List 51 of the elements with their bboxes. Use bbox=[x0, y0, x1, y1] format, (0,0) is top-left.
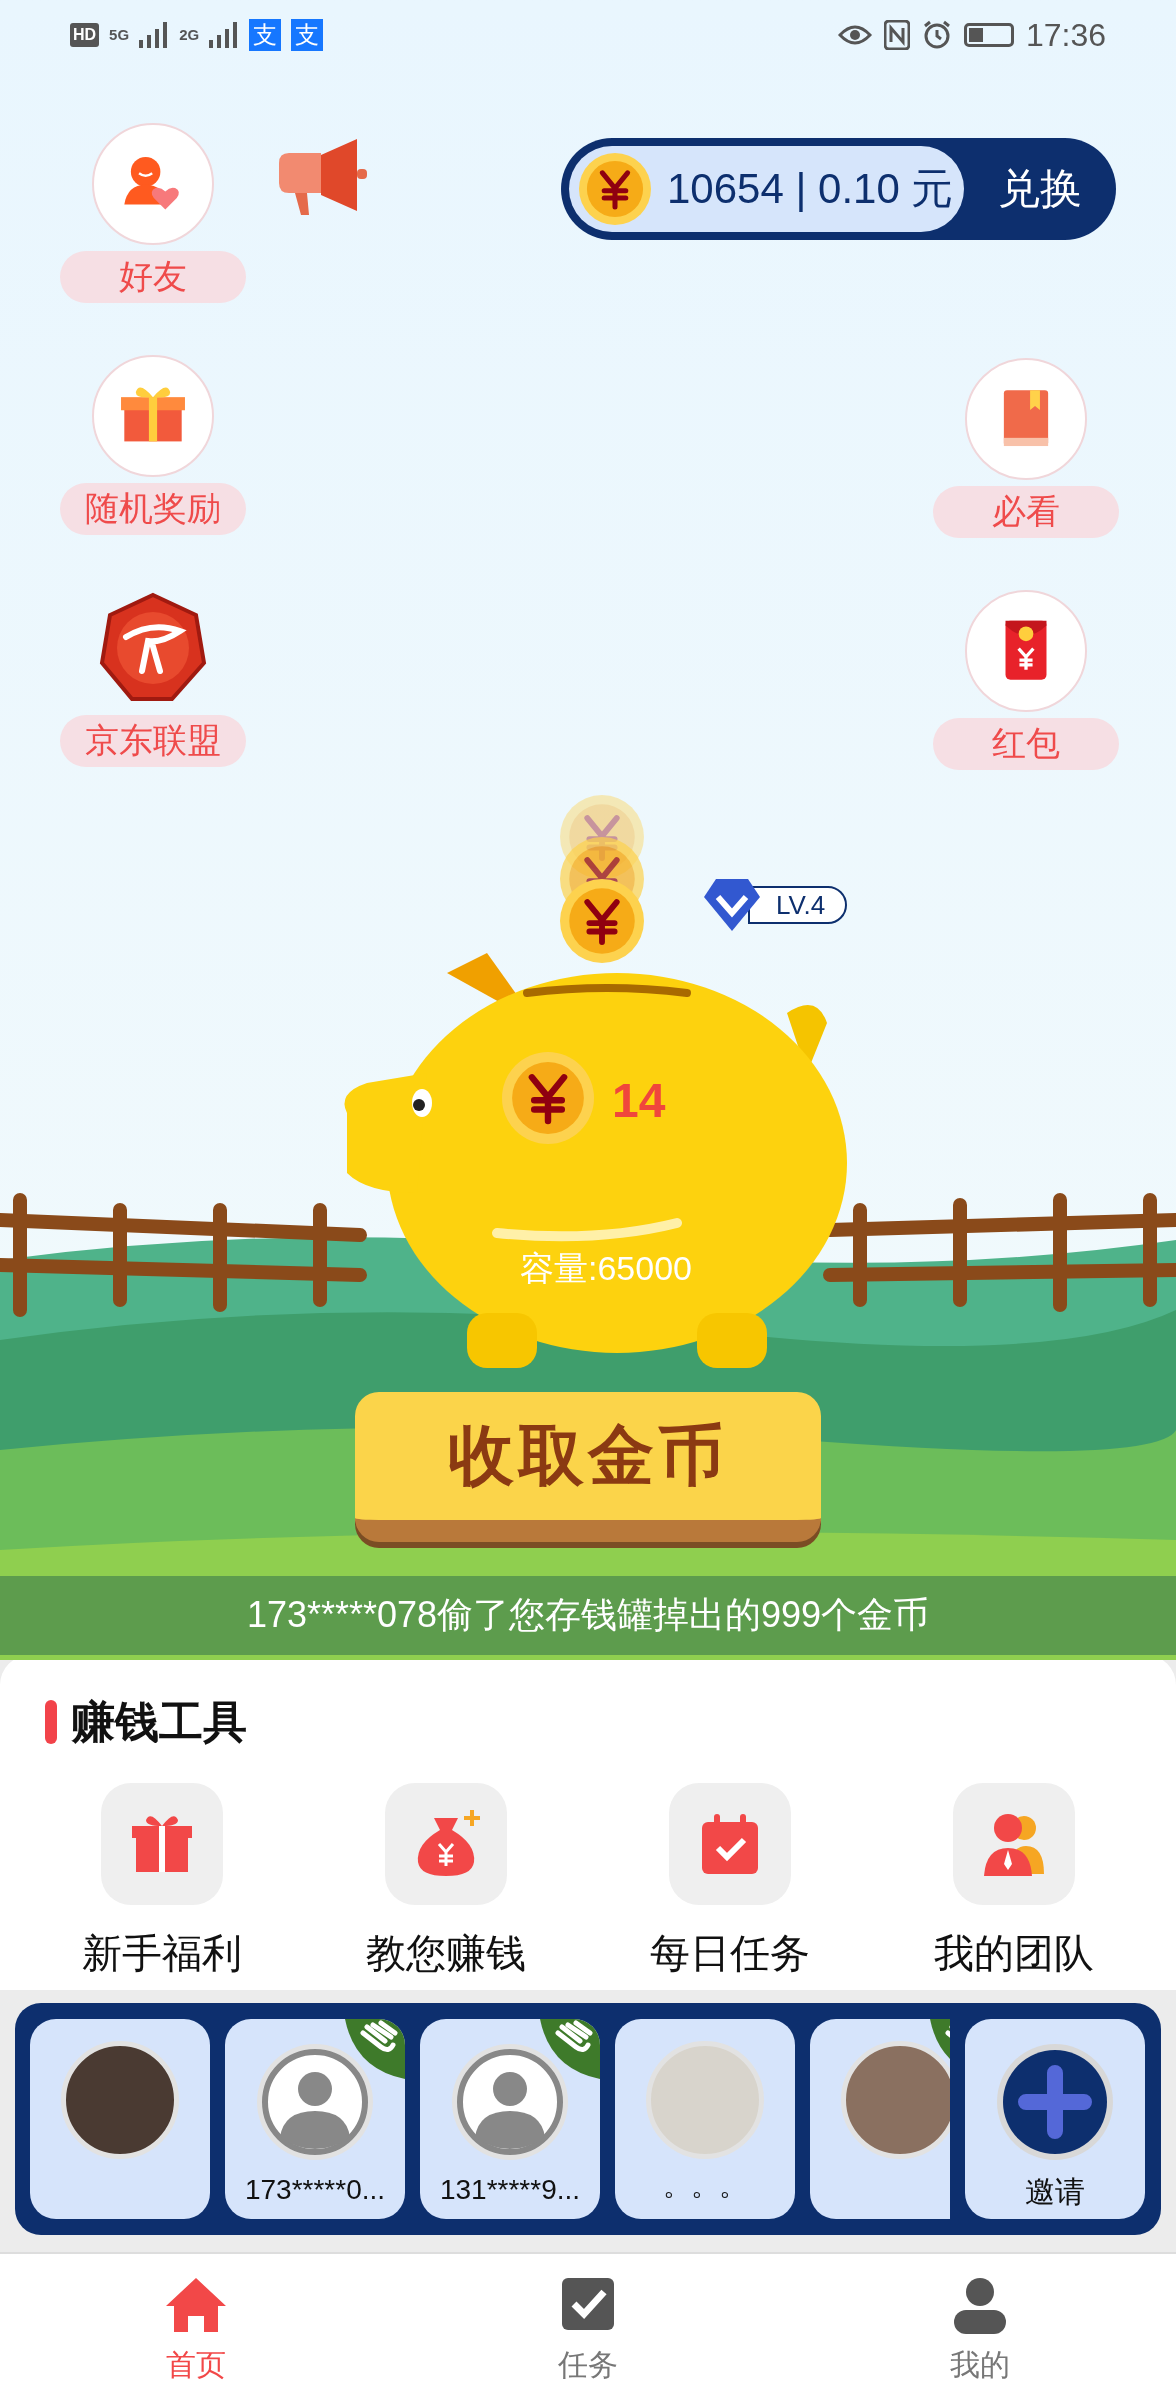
alarm-icon bbox=[921, 19, 952, 50]
tool-button[interactable] bbox=[953, 1783, 1075, 1905]
tool-label: 我的团队 bbox=[934, 1930, 1094, 1977]
tool-label: 新手福利 bbox=[82, 1930, 242, 1977]
tool-button[interactable] bbox=[385, 1783, 507, 1905]
app-badge-icon: 支 bbox=[249, 18, 282, 51]
side-label-button[interactable]: 必看 bbox=[933, 485, 1119, 538]
tool-label: 每日任务 bbox=[650, 1930, 810, 1977]
invite-button[interactable]: 邀请 bbox=[965, 2019, 1145, 2219]
balance-amount: 10654 | 0.10 元 bbox=[667, 164, 954, 215]
friend-name: 131*****9... bbox=[439, 2173, 581, 2207]
section-title: 赚钱工具 bbox=[71, 1696, 247, 1748]
plus-icon bbox=[994, 2041, 1116, 2163]
signal-icon bbox=[209, 21, 240, 48]
exchange-button[interactable]: 兑换 bbox=[964, 137, 1116, 240]
friend-card[interactable] bbox=[30, 2019, 210, 2219]
friend-card[interactable]: 131*****9... bbox=[420, 2019, 600, 2219]
network-label: 2G bbox=[179, 24, 200, 45]
side-label-button[interactable]: 红包 bbox=[933, 717, 1119, 770]
battery-icon bbox=[963, 22, 1014, 47]
waving-hand-icon bbox=[540, 2019, 600, 2079]
coin-count: 14 bbox=[612, 1073, 666, 1130]
side-label-button[interactable]: 好友 bbox=[60, 250, 246, 303]
side-label-button[interactable]: 京东联盟 bbox=[60, 714, 246, 767]
side-label-button[interactable]: 随机奖励 bbox=[60, 482, 246, 535]
default-avatar-icon bbox=[254, 2041, 376, 2163]
nfc-icon bbox=[883, 19, 910, 50]
signal-icon bbox=[139, 21, 170, 48]
app-badge-icon: 支 bbox=[291, 18, 324, 51]
friend-card[interactable]: 。。。 bbox=[615, 2019, 795, 2219]
clock-time: 17:36 bbox=[1025, 15, 1106, 55]
nav-tab[interactable]: 首页 bbox=[0, 2254, 392, 2400]
network-label: HD bbox=[70, 22, 100, 47]
tool-label: 教您赚钱 bbox=[366, 1930, 526, 1977]
waving-hand-icon bbox=[345, 2019, 405, 2079]
tool-button[interactable] bbox=[101, 1783, 223, 1905]
steal-notice: 173*****078偷了您存钱罐掉出的999个金币 bbox=[246, 1593, 930, 1638]
tool-button[interactable] bbox=[669, 1783, 791, 1905]
friend-name: 173*****0... bbox=[244, 2173, 386, 2207]
home-icon bbox=[166, 2276, 226, 2334]
default-avatar-icon bbox=[449, 2041, 571, 2163]
nav-tab[interactable]: 任务 bbox=[392, 2254, 784, 2400]
nav-tab[interactable]: 我的 bbox=[784, 2254, 1176, 2400]
capacity-label: 容量:65000 bbox=[520, 1248, 692, 1290]
accent-bar bbox=[45, 1700, 57, 1744]
yen-coin-icon bbox=[500, 1050, 596, 1147]
friend-card[interactable] bbox=[810, 2019, 950, 2219]
friend-name: 。。。 bbox=[663, 2169, 747, 2203]
friend-card[interactable]: 173*****0... bbox=[225, 2019, 405, 2219]
network-label: 5G bbox=[109, 24, 130, 45]
yen-coin-icon bbox=[577, 150, 653, 227]
